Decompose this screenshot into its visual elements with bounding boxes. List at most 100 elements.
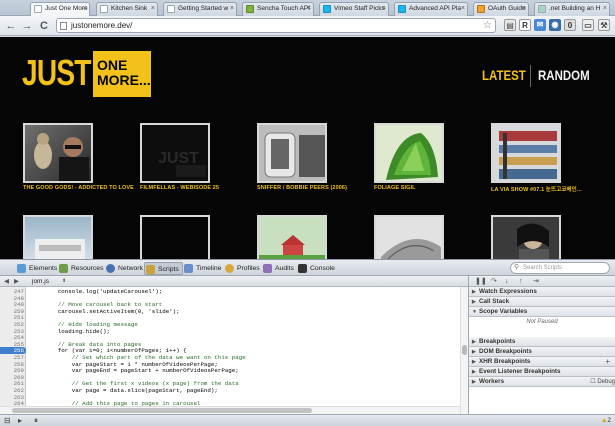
video-thumbnail[interactable] — [374, 215, 444, 259]
workers-pane[interactable]: ▶ Workers ☐ Debug — [468, 377, 615, 387]
logo-one-more[interactable]: ONE MORE... — [93, 51, 151, 97]
video-title[interactable]: FOLIAGE SIGIL — [374, 185, 416, 191]
page-menu-icon[interactable]: ▭ — [582, 19, 594, 31]
xhr-breakpoints-pane[interactable]: ▶ XHR Breakpoints + — [468, 357, 615, 367]
console-toggle-icon[interactable]: ▸ — [18, 415, 22, 426]
close-icon[interactable]: × — [83, 3, 87, 15]
thumbnail-image — [35, 239, 85, 259]
video-thumbnail[interactable] — [140, 215, 210, 259]
video-thumbnail[interactable] — [257, 215, 327, 259]
tab-resources[interactable]: Resources — [58, 262, 104, 275]
close-icon[interactable]: × — [230, 3, 234, 15]
wrench-menu-icon[interactable]: ⚒ — [598, 19, 610, 31]
script-selector-bar: ◀ ▶ jom.js ⬍ — [0, 276, 468, 287]
tab-profiles[interactable]: Profiles — [224, 262, 260, 275]
page-action-icon[interactable]: ▤ — [504, 19, 516, 31]
tab-network[interactable]: Network — [105, 262, 143, 275]
pause-on-exceptions-icon[interactable]: ⏸ — [34, 415, 38, 426]
video-title[interactable]: SNIFFER / BOBBIE PEERS (2006) — [257, 185, 347, 191]
script-file-select[interactable]: jom.js — [32, 276, 49, 287]
tab-scripts[interactable]: Scripts — [144, 262, 183, 275]
dom-breakpoints-pane[interactable]: ▶ DOM Breakpoints — [468, 347, 615, 357]
code-line: carousel.setActiveItem(0, 'slide'); — [30, 307, 180, 315]
triangle-right-icon: ▶ — [472, 349, 476, 355]
thumbnail-image — [259, 125, 325, 181]
vertical-scrollbar[interactable] — [460, 287, 468, 414]
video-thumbnail[interactable] — [491, 215, 561, 259]
mail-extension-icon[interactable]: ✉ — [534, 19, 546, 31]
shield-extension-icon[interactable]: ◉ — [549, 19, 561, 31]
thumbnail-image — [493, 125, 559, 181]
video-thumbnail[interactable] — [257, 123, 327, 183]
reload-button[interactable]: C — [37, 19, 51, 33]
timeline-icon — [184, 264, 193, 273]
step-into-button[interactable]: ↓ — [505, 276, 509, 287]
back-button[interactable]: ← — [4, 19, 18, 33]
close-icon[interactable]: × — [603, 3, 607, 15]
gmail-counter-icon[interactable]: 0 — [564, 19, 576, 31]
thumbnail-image: JUST — [158, 150, 206, 177]
video-thumbnail[interactable] — [23, 123, 93, 183]
close-icon[interactable]: × — [151, 3, 155, 15]
scope-empty-area — [468, 327, 615, 337]
deactivate-breakpoints-button[interactable]: ⇥ — [533, 276, 539, 287]
nav-latest-link[interactable]: LATEST — [482, 67, 526, 83]
code-line: var pageEnd = pageStart + numberOfVideos… — [30, 367, 239, 375]
video-title[interactable]: LA VIA SHOW #07.1 눈뜨고코베인... — [491, 185, 582, 193]
forward-arrow-icon[interactable]: ▶ — [14, 276, 19, 287]
close-icon[interactable]: × — [307, 3, 311, 15]
watch-expressions-pane[interactable]: ▶ Watch Expressions — [468, 287, 615, 297]
video-title[interactable]: FILMFELLAS - WEBISODE 25 — [140, 185, 219, 191]
chevron-down-icon[interactable]: ⬍ — [62, 276, 66, 287]
tab-vimeo-staff-picks[interactable]: Vimeo Staff Picks × — [319, 2, 389, 16]
forward-button[interactable]: → — [20, 19, 34, 33]
logo-just[interactable]: JUST — [22, 53, 91, 93]
source-code-view[interactable]: 247 console.log('updateCarousel'); 248 249… — [0, 287, 468, 414]
tab-advanced-api[interactable]: Advanced API Pla × — [394, 2, 468, 16]
tab-oauth-guide[interactable]: OAuth Guide × — [473, 2, 529, 16]
close-icon[interactable]: × — [461, 3, 465, 15]
address-bar[interactable]: justonemore.dev/ ☆ — [56, 18, 496, 33]
search-scripts-input[interactable]: ⚲ Search Scripts — [510, 262, 610, 274]
scrollbar-thumb[interactable] — [462, 345, 467, 355]
video-title[interactable]: THE GOOD GODS! - ADDICTED TO LOVE — [23, 185, 134, 191]
debug-checkbox[interactable]: ☐ Debug — [590, 377, 615, 387]
thumbnail-image — [376, 217, 442, 259]
step-out-button[interactable]: ↑ — [519, 276, 523, 287]
triangle-right-icon: ▶ — [472, 299, 476, 305]
step-over-button[interactable]: ↷ — [491, 276, 497, 287]
resources-icon — [59, 264, 68, 273]
tab-getting-started[interactable]: Getting Started w × — [163, 2, 237, 16]
tab-net-building[interactable]: .net Building an H × — [534, 2, 610, 16]
tab-elements[interactable]: Elements — [16, 262, 57, 275]
back-arrow-icon[interactable]: ◀ — [4, 276, 9, 287]
video-thumbnail[interactable] — [23, 215, 93, 259]
bookmark-star-icon[interactable]: ☆ — [483, 19, 492, 32]
dock-toggle-icon[interactable]: ⊟ — [4, 415, 11, 426]
video-thumbnail[interactable] — [374, 123, 444, 183]
close-icon[interactable]: × — [382, 3, 386, 15]
event-listener-breakpoints-pane[interactable]: ▶ Event Listener Breakpoints — [468, 367, 615, 377]
tab-kitchen-sink[interactable]: Kitchen Sink × — [96, 2, 158, 16]
add-xhr-breakpoint-icon[interactable]: + — [605, 357, 610, 367]
readability-extension-icon[interactable]: R — [519, 19, 531, 31]
page-icon — [60, 22, 67, 30]
close-icon[interactable]: × — [522, 3, 526, 15]
tab-console[interactable]: Console — [297, 262, 335, 275]
tab-timeline[interactable]: Timeline — [183, 262, 221, 275]
breakpoints-pane[interactable]: ▶ Breakpoints — [468, 337, 615, 347]
warnings-count[interactable]: ▲2 — [601, 415, 611, 426]
triangle-right-icon: ▶ — [472, 369, 476, 375]
pause-button[interactable]: ❚❚ — [475, 276, 487, 287]
browser-window: { "tabs": [ {"label": "Just One More", "… — [0, 0, 615, 426]
tab-sencha-touch[interactable]: Sencha Touch API × — [242, 2, 314, 16]
scrollbar-thumb[interactable] — [12, 408, 312, 413]
video-thumbnail[interactable]: JUST — [140, 123, 210, 183]
call-stack-pane[interactable]: ▶ Call Stack — [468, 297, 615, 307]
video-thumbnail[interactable] — [491, 123, 561, 183]
tab-just-one-more[interactable]: Just One More × — [30, 2, 90, 16]
horizontal-scrollbar[interactable] — [0, 406, 460, 414]
scope-variables-pane[interactable]: ▼ Scope Variables — [468, 307, 615, 317]
tab-audits[interactable]: Audits — [262, 262, 294, 275]
nav-random-link[interactable]: RANDOM — [538, 67, 590, 83]
